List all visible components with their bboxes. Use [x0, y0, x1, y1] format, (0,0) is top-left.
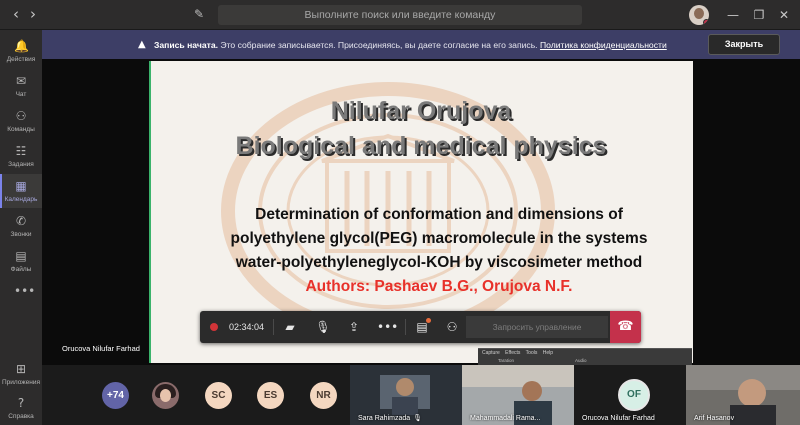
- rail-label: Приложения: [1, 379, 41, 386]
- slide-department: Biological and medical physics: [235, 132, 607, 160]
- chat-icon[interactable]: ▤: [414, 318, 431, 335]
- banner-bold: Запись начата.: [154, 40, 218, 50]
- rail-label: Календарь: [4, 196, 38, 203]
- search-input[interactable]: Выполните поиск или введите команду: [218, 5, 582, 25]
- compose-icon[interactable]: ✎: [192, 7, 206, 21]
- assignments-icon: ☷: [15, 144, 27, 158]
- participant-video-tile[interactable]: Mahammadali Rama...: [462, 365, 574, 425]
- rail-label: Команды: [7, 126, 35, 133]
- help-icon: ?: [17, 396, 25, 410]
- capture-window[interactable]: Capture Effects Tools Help Taration Audi…: [478, 348, 692, 365]
- participant-video-tile[interactable]: Sara Rahimzada 🎙: [350, 365, 462, 425]
- participant-avatar: OF: [618, 379, 650, 411]
- participant-video-tile[interactable]: OF Orucova Nilufar Farhad: [574, 365, 686, 425]
- slide-title-line-1: Determination of conformation and dimens…: [255, 206, 623, 223]
- participant-name: Orucova Nilufar Farhad: [582, 415, 655, 422]
- more-actions-icon[interactable]: •••: [377, 319, 398, 335]
- chat-icon: ✉: [15, 74, 27, 88]
- participant-avatar[interactable]: [152, 382, 179, 409]
- user-avatar[interactable]: [689, 5, 709, 25]
- call-timer: 02:34:04: [229, 322, 265, 332]
- rail-label: Чат: [15, 91, 27, 98]
- banner-message: Запись начата. Это собрание записывается…: [154, 39, 667, 51]
- participants-icon[interactable]: ⚇: [444, 319, 460, 335]
- hang-up-button[interactable]: ☎: [610, 311, 641, 343]
- participant-name-text: Sara Rahimzada: [358, 415, 411, 422]
- participant-avatar[interactable]: ES: [257, 382, 284, 409]
- divider: [405, 319, 406, 335]
- back-icon[interactable]: ‹: [8, 6, 24, 22]
- slide-authors: Authors: Pashaev B.G., Orujova N.F.: [305, 278, 573, 295]
- privacy-link[interactable]: Политика конфиденциальности: [540, 40, 667, 50]
- minimize-icon[interactable]: —: [725, 7, 741, 23]
- participant-name: Sara Rahimzada 🎙: [358, 414, 423, 423]
- rail-item-teams[interactable]: ⚇ Команды: [0, 104, 42, 138]
- rail-item-apps[interactable]: ⊞ Приложения: [0, 357, 42, 391]
- slide-title-line-2: polyethylene glycol(PEG) macromolecule i…: [230, 230, 648, 247]
- avatar-face: [694, 8, 704, 19]
- rail-item-help[interactable]: ? Справка: [0, 391, 42, 425]
- bell-icon: 🔔: [14, 39, 29, 53]
- rail-item-assignments[interactable]: ☷ Задания: [0, 139, 42, 173]
- rail-label: Звонки: [10, 231, 32, 238]
- participant-avatar[interactable]: NR: [310, 382, 337, 409]
- slide-author-name: Nilufar Orujova: [330, 97, 512, 125]
- capture-submenu: Taration Audio: [498, 358, 587, 363]
- apps-icon: ⊞: [15, 362, 27, 376]
- teams-meeting-window: ‹ › ✎ Выполните поиск или введите команд…: [0, 0, 800, 425]
- rail-item-more[interactable]: •••: [0, 279, 42, 313]
- avatar-face: [160, 389, 171, 402]
- camera-off-icon[interactable]: ▰: [282, 319, 298, 335]
- close-banner-button[interactable]: Закрыть: [708, 34, 780, 55]
- rail-label: Справка: [8, 413, 34, 420]
- rail-item-calendar[interactable]: ▦ Календарь: [0, 174, 42, 208]
- request-control-button[interactable]: Запросить управление: [466, 316, 608, 338]
- mic-off-icon[interactable]: 🎙: [315, 319, 331, 335]
- rail-item-chat[interactable]: ✉ Чат: [0, 69, 42, 103]
- app-bar: 🔔 Действия ✉ Чат ⚇ Команды ☷ Задания ▦ К…: [0, 30, 42, 425]
- participant-name: Mahammadali Rama...: [470, 415, 541, 422]
- banner-text: Это собрание записывается. Присоединяясь…: [218, 40, 540, 50]
- forward-icon[interactable]: ›: [25, 6, 41, 22]
- rail-item-calls[interactable]: ✆ Звонки: [0, 209, 42, 243]
- call-controls: 02:34:04 ▰ 🎙 ⇪ ••• ▤ ⚇ Запросить управле…: [200, 311, 641, 343]
- participant-name: Arif Hasanov: [694, 415, 735, 422]
- title-bar: ‹ › ✎ Выполните поиск или введите команд…: [0, 0, 800, 30]
- status-indicator: [703, 19, 709, 25]
- divider: [273, 319, 274, 335]
- teams-icon: ⚇: [15, 109, 27, 123]
- rail-item-activity[interactable]: 🔔 Действия: [0, 34, 42, 68]
- phone-icon: ✆: [15, 214, 27, 228]
- recording-dot-icon: [210, 323, 218, 331]
- participant-avatar[interactable]: SC: [205, 382, 232, 409]
- mic-off-icon: 🎙: [413, 414, 423, 422]
- close-icon[interactable]: ✕: [776, 7, 792, 23]
- participant-video-tile[interactable]: Arif Hasanov: [686, 365, 800, 425]
- capture-menu: Capture Effects Tools Help: [482, 350, 554, 356]
- more-participants-button[interactable]: +74: [102, 382, 129, 409]
- rail-label: Задания: [8, 161, 34, 168]
- rail-item-files[interactable]: ▤ Файлы: [0, 244, 42, 278]
- participants-strip: +74 SC ES NR Sara Rahimzada 🎙 Mahammadal…: [42, 365, 800, 425]
- warning-icon: ▲: [138, 39, 146, 50]
- recording-banner: ▲ Запись начата. Это собрание записывает…: [42, 30, 800, 59]
- share-screen-icon[interactable]: ⇪: [346, 319, 362, 335]
- calendar-icon: ▦: [15, 179, 27, 193]
- slide-title-line-3: water-polyethyleneglycol-KOH by viscosim…: [235, 254, 643, 271]
- more-icon: •••: [14, 284, 36, 298]
- rail-label: Файлы: [10, 266, 32, 273]
- file-icon: ▤: [15, 249, 27, 263]
- rail-label: Действия: [6, 56, 36, 63]
- restore-icon[interactable]: ❐: [751, 7, 767, 23]
- presenter-name: Orucova Nilufar Farhad: [62, 344, 140, 353]
